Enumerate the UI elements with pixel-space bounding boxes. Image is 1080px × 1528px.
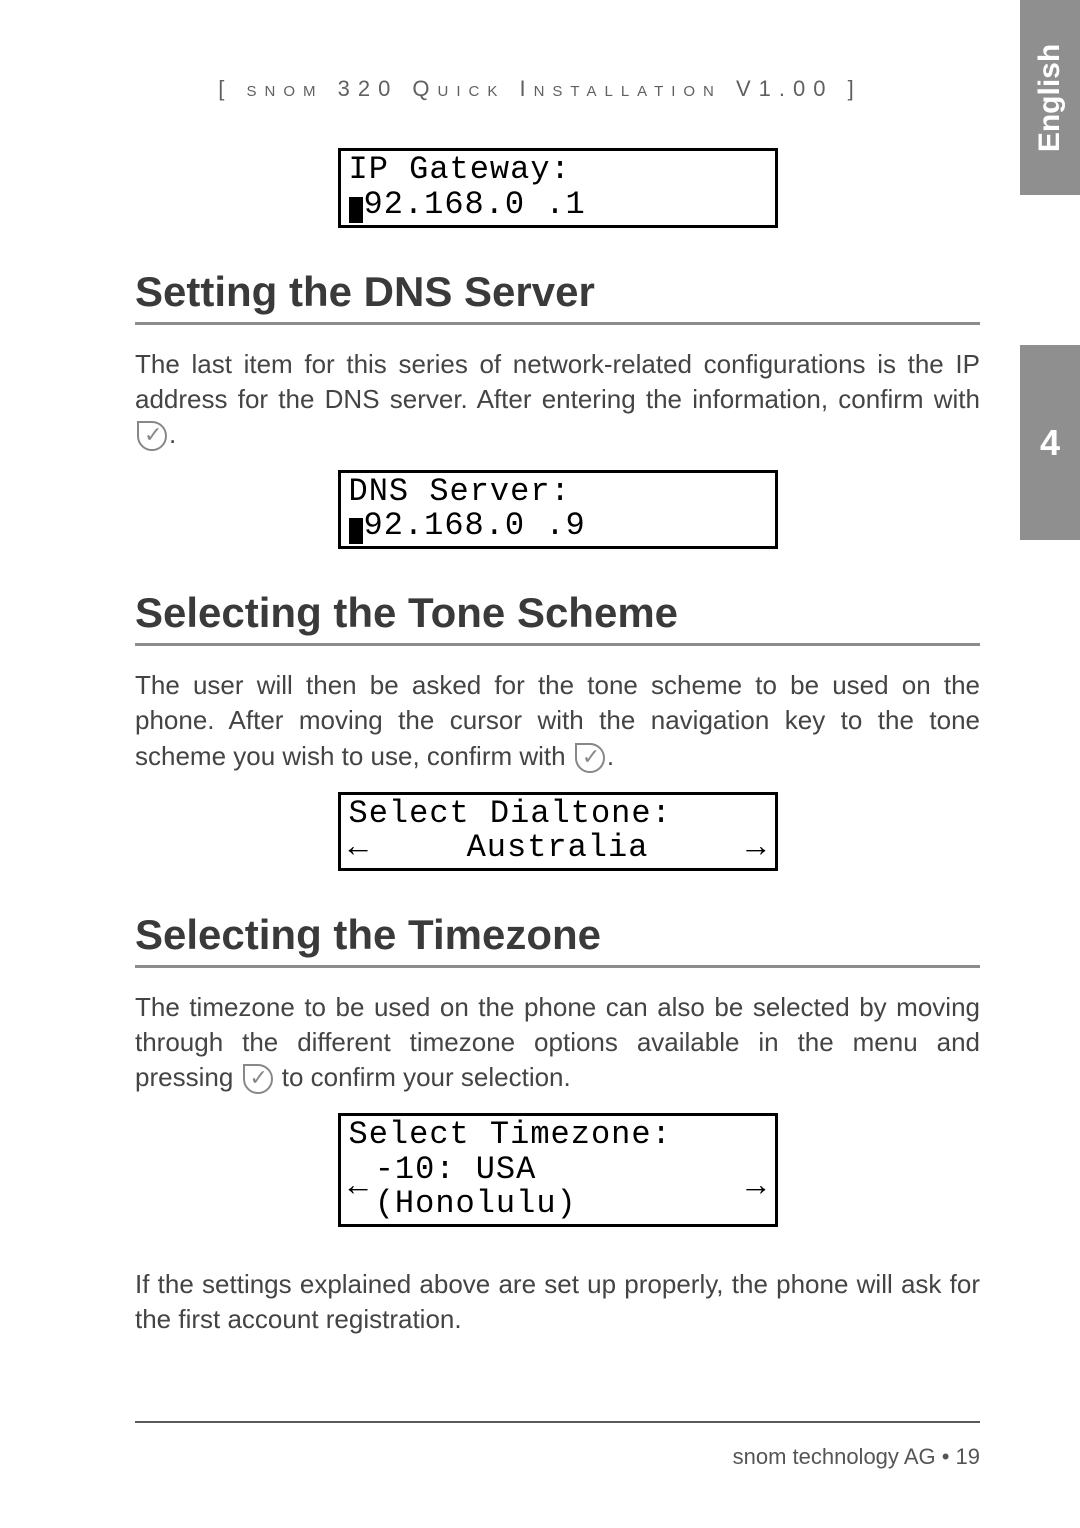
heading-timezone: Selecting the Timezone <box>135 911 980 959</box>
lcd-line1: IP Gateway: <box>349 153 767 188</box>
check-icon <box>243 1064 273 1094</box>
body-tone: The user will then be asked for the tone… <box>135 668 980 773</box>
lcd-line2: 92.168.0 .1 <box>349 188 767 223</box>
body-after: . <box>607 741 614 771</box>
lcd-value: Australia <box>467 831 649 866</box>
check-icon <box>137 421 167 451</box>
heading-tone: Selecting the Tone Scheme <box>135 589 980 637</box>
cursor-icon <box>349 518 363 544</box>
lcd-line1: Select Dialtone: <box>349 797 767 832</box>
body-text: The user will then be asked for the tone… <box>135 670 980 770</box>
heading-dns: Setting the DNS Server <box>135 268 980 316</box>
lcd-line2: ← -10: USA (Honolulu) → <box>349 1153 767 1222</box>
lcd-line1: DNS Server: <box>349 475 767 510</box>
body-after: . <box>169 419 176 449</box>
arrow-left-icon: ← <box>349 1170 369 1205</box>
rule <box>135 643 980 646</box>
page-footer: snom technology AG • 19 <box>733 1444 980 1470</box>
rule <box>135 322 980 325</box>
lcd-dns-server: DNS Server: 92.168.0 .9 <box>338 470 778 550</box>
closing-paragraph: If the settings explained above are set … <box>135 1267 980 1337</box>
lcd-value: -10: USA (Honolulu) <box>369 1153 747 1222</box>
page-content: IP Gateway: 92.168.0 .1 Setting the DNS … <box>135 130 980 1351</box>
arrow-left-icon: ← <box>349 831 369 866</box>
rule <box>135 965 980 968</box>
lcd-ip-gateway: IP Gateway: 92.168.0 .1 <box>338 148 778 228</box>
chapter-number: 4 <box>1040 422 1060 464</box>
arrow-right-icon: → <box>746 831 766 866</box>
lcd-line1: Select Timezone: <box>349 1118 767 1153</box>
body-after: to confirm your selection. <box>275 1062 571 1092</box>
arrow-right-icon: → <box>746 1170 766 1205</box>
running-head: [ snom 320 Quick Installation V1.00 ] <box>0 76 1080 102</box>
lcd-value: 92.168.0 .1 <box>364 186 586 223</box>
cursor-icon <box>349 197 363 223</box>
body-dns: The last item for this series of network… <box>135 347 980 452</box>
lcd-dialtone: Select Dialtone: ← Australia → <box>338 792 778 871</box>
lcd-value: 92.168.0 .9 <box>364 507 586 544</box>
lcd-line2: ← Australia → <box>349 831 767 866</box>
lcd-line2: 92.168.0 .9 <box>349 509 767 544</box>
lcd-timezone: Select Timezone: ← -10: USA (Honolulu) → <box>338 1113 778 1227</box>
footer-rule <box>135 1421 980 1423</box>
side-tab-chapter: 4 <box>1020 345 1080 540</box>
check-icon <box>575 743 605 773</box>
body-text: The last item for this series of network… <box>135 349 980 414</box>
body-timezone: The timezone to be used on the phone can… <box>135 990 980 1095</box>
